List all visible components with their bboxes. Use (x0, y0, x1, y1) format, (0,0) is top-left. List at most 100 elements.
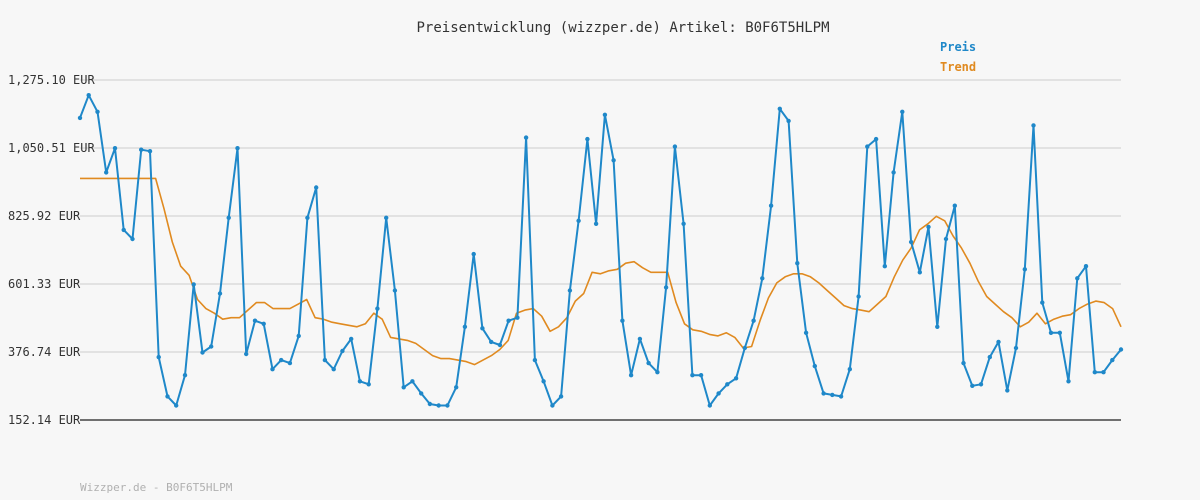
data-point (1057, 330, 1063, 335)
data-point (506, 318, 511, 323)
data-point (663, 285, 669, 290)
data-point (279, 357, 284, 363)
data-point (733, 376, 739, 381)
data-point (751, 318, 756, 323)
data-point (550, 403, 555, 408)
data-point (480, 326, 485, 331)
legend-preis: Preis (940, 40, 976, 54)
data-point (847, 367, 852, 372)
y-tick-label: 376.74 EUR (8, 345, 81, 359)
data-point (515, 315, 520, 320)
data-point (620, 318, 625, 323)
y-tick-label: 825.92 EUR (8, 209, 81, 223)
data-point (1101, 370, 1106, 375)
data-point (156, 354, 161, 360)
chart-footer: Wizzper.de - B0F6T5HLPM (80, 481, 233, 494)
data-point (401, 385, 406, 390)
data-point (541, 379, 546, 384)
data-point (681, 221, 686, 226)
data-point (830, 392, 835, 398)
data-point (357, 379, 363, 384)
data-point (419, 391, 424, 396)
data-point (908, 239, 914, 245)
data-point (672, 144, 678, 149)
data-point (314, 185, 319, 190)
data-point (760, 276, 765, 281)
data-point (1075, 276, 1080, 281)
data-point (104, 170, 109, 175)
data-point (602, 112, 608, 118)
data-point (287, 360, 293, 366)
data-point (742, 345, 747, 351)
data-point (952, 203, 957, 208)
data-point (655, 370, 660, 375)
price-chart: Preisentwicklung (wizzper.de) Artikel: B… (0, 0, 1200, 500)
chart-background (0, 0, 1200, 500)
data-point (410, 379, 415, 384)
data-point (366, 382, 371, 387)
data-point (261, 321, 266, 326)
data-point (838, 394, 844, 399)
data-point (978, 382, 984, 387)
data-point (384, 215, 389, 220)
data-point (935, 324, 940, 329)
data-point (340, 348, 345, 354)
data-point (1083, 264, 1089, 269)
data-point (917, 270, 922, 275)
data-point (1005, 388, 1010, 393)
data-point (523, 135, 529, 140)
data-point (777, 106, 782, 112)
data-point (112, 146, 118, 151)
data-point (716, 391, 721, 396)
data-point (1092, 370, 1098, 375)
y-tick-label: 601.33 EUR (8, 277, 81, 291)
data-point (707, 403, 712, 408)
data-point (1066, 379, 1071, 384)
data-point (690, 373, 695, 378)
data-point (139, 147, 144, 152)
data-point (497, 342, 503, 348)
data-point (454, 385, 459, 390)
data-point (891, 170, 896, 175)
data-point (768, 203, 774, 208)
data-point (1031, 123, 1036, 128)
data-point (628, 373, 634, 378)
data-point (558, 394, 564, 399)
data-point (1118, 347, 1124, 352)
data-point (698, 373, 704, 378)
data-point (427, 401, 433, 407)
y-tick-label: 1,275.10 EUR (8, 73, 95, 87)
data-point (244, 351, 249, 357)
data-point (970, 383, 975, 388)
data-point (803, 330, 809, 335)
data-point (1040, 300, 1045, 305)
data-point (445, 403, 450, 408)
data-point (462, 324, 468, 329)
data-point (375, 306, 380, 311)
data-point (235, 146, 240, 151)
data-point (121, 227, 126, 233)
data-point (86, 93, 91, 98)
data-point (217, 291, 223, 296)
data-point (1048, 330, 1054, 335)
data-point (795, 261, 800, 266)
data-point (322, 357, 328, 363)
data-point (436, 403, 441, 408)
data-point (646, 360, 651, 366)
data-point (576, 218, 581, 223)
data-point (489, 339, 494, 345)
data-point (296, 333, 301, 339)
data-point (725, 382, 730, 387)
data-point (182, 373, 188, 378)
data-point (585, 136, 590, 142)
data-point (532, 357, 538, 363)
data-point (392, 288, 398, 293)
data-point (95, 109, 100, 115)
data-point (1110, 357, 1115, 363)
data-point (611, 158, 616, 163)
data-point (996, 339, 1001, 345)
data-point (812, 363, 817, 369)
data-point (270, 367, 275, 372)
data-point (943, 236, 949, 242)
y-tick-label: 152.14 EUR (8, 413, 81, 427)
